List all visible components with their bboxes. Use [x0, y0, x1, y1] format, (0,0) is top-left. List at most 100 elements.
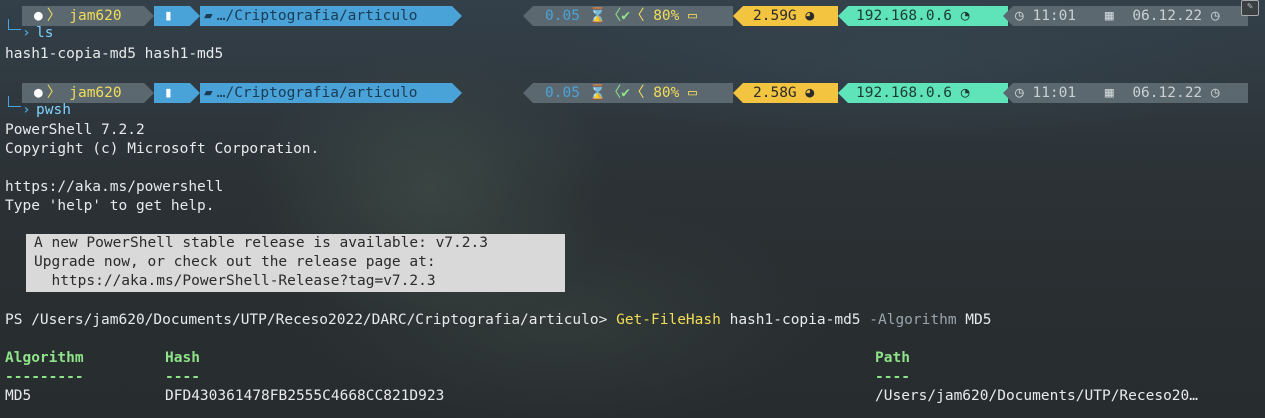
time-segment: ◷ 11:01 ▦ 06.12.22 ◷	[1013, 83, 1248, 103]
memory-segment: 2.59G ◕	[743, 6, 838, 26]
column-divider: ----	[875, 369, 910, 385]
segment-separator	[1003, 83, 1013, 103]
chevron-left-icon: 〈	[629, 8, 645, 24]
ps-prompt: PS /Users/jam620/Documents/UTP/Receso202…	[5, 312, 617, 328]
current-path: …/Criptografia/articulo	[216, 85, 418, 101]
pwsh-version: PowerShell 7.2.2	[5, 122, 145, 138]
battery-icon: ▮	[164, 85, 173, 101]
check-icon: ✔	[621, 8, 630, 24]
segment-separator	[1003, 6, 1013, 26]
prompt-arrow-icon: ›	[22, 25, 31, 41]
pwsh-copyright: Copyright (c) Microsoft Corporation.	[5, 141, 320, 157]
check-icon: ✔	[621, 85, 630, 101]
segment-separator	[144, 6, 154, 26]
username: jam620	[69, 8, 122, 24]
folder-icon: ▰	[204, 8, 213, 24]
notice-link[interactable]: https://aka.ms/PowerShell-Release?tag=v7…	[34, 272, 435, 291]
table-cell-path: /Users/jam620/Documents/UTP/Receso20…	[875, 388, 1199, 404]
prompt-bar: ● 〉 jam620 ▮ ▰ …/Criptografia/articulo 0.05…	[0, 83, 1265, 103]
cmdlet-parameter: -Algorithm	[869, 312, 957, 328]
column-header-hash: Hash	[165, 350, 200, 366]
battery-segment: ▮	[154, 6, 190, 26]
memory-usage: 2.59G	[753, 8, 797, 24]
current-path: …/Criptografia/articulo	[216, 8, 418, 24]
segment-separator	[190, 6, 200, 26]
battery-icon: ▮	[164, 8, 173, 24]
gauge-icon: ◕	[805, 8, 815, 24]
chevron-icon: 〉	[46, 8, 62, 24]
load-average: 0.05	[545, 85, 580, 101]
column-divider: ---------	[5, 369, 84, 385]
pwsh-url[interactable]: https://aka.ms/powershell	[5, 178, 223, 197]
command-text: pwsh	[36, 102, 71, 118]
current-date: 06.12.22	[1132, 8, 1203, 24]
battery-segment: ▮	[154, 83, 190, 103]
table-cell-algorithm: MD5	[5, 388, 32, 404]
current-date: 06.12.22	[1132, 85, 1203, 101]
cmdlet-argument: hash1-copia-md5	[720, 312, 870, 328]
prompt-arrow-icon: ›	[22, 102, 31, 118]
notice-line: Upgrade now, or check out the release pa…	[34, 254, 436, 270]
clock-icon: ◷	[1210, 85, 1220, 101]
terminal-window[interactable]: ● 〉 jam620 ▮ ▰ …/Criptografia/articulo 0.05…	[0, 0, 1265, 418]
chevron-left-icon: 〈	[629, 85, 645, 101]
username: jam620	[69, 85, 122, 101]
segment-separator	[452, 83, 462, 103]
chevron-left-icon: 〈	[606, 8, 622, 24]
clock-icon: ◷	[1015, 85, 1024, 101]
edit-icon[interactable]: ✎	[1241, 0, 1259, 16]
notice-line: A new PowerShell stable release is avail…	[34, 235, 488, 251]
clock-icon: ◷	[1210, 8, 1220, 24]
network-segment: 192.168.0.6 ◔	[848, 6, 1008, 26]
update-notice: A new PowerShell stable release is avail…	[26, 234, 565, 292]
chevron-left-icon: 〈	[606, 85, 622, 101]
user-segment: ● 〉 jam620	[22, 6, 144, 26]
calendar-icon: ▦	[1104, 8, 1114, 24]
command-text: ls	[36, 25, 54, 41]
cmdlet-name: Get-FileHash	[616, 312, 721, 328]
segment-separator	[452, 6, 462, 26]
segment-separator	[523, 6, 533, 26]
segment-separator	[733, 6, 743, 26]
table-cell-hash: DFD430361478FB2555C4668CC821D923	[165, 388, 445, 404]
command-line: › pwsh	[0, 101, 200, 120]
column-header-algorithm: Algorithm	[5, 350, 84, 366]
battery-level: 80%	[653, 8, 680, 24]
gauge-icon: ◕	[805, 85, 815, 101]
time-segment: ◷ 11:01 ▦ 06.12.22 ◷	[1013, 6, 1248, 26]
drive-icon: ▭	[688, 8, 697, 24]
calendar-icon: ▦	[1104, 85, 1114, 101]
load-average: 0.05	[545, 8, 580, 24]
current-time: 11:01	[1032, 8, 1077, 24]
drive-icon: ▭	[688, 85, 697, 101]
command-line: › ls	[0, 24, 200, 43]
wifi-icon: ◔	[960, 85, 970, 101]
parameter-value: MD5	[956, 312, 992, 328]
segment-separator	[523, 83, 533, 103]
user-segment: ● 〉 jam620	[22, 83, 144, 103]
column-divider: ----	[165, 369, 200, 385]
segment-separator	[190, 83, 200, 103]
hourglass-icon: ⌛	[588, 85, 607, 101]
memory-segment: 2.58G ◕	[743, 83, 838, 103]
segment-separator	[733, 83, 743, 103]
apple-icon: ●	[34, 8, 43, 24]
prompt-bar: ● 〉 jam620 ▮ ▰ …/Criptografia/articulo 0.05…	[0, 0, 1265, 26]
segment-separator	[838, 83, 848, 103]
ip-address: 192.168.0.6	[856, 8, 953, 24]
path-segment: ▰ …/Criptografia/articulo	[200, 6, 452, 26]
segment-separator	[838, 6, 848, 26]
current-time: 11:01	[1032, 85, 1077, 101]
battery-level: 80%	[653, 85, 680, 101]
status-segment: 0.05 ⌛〈✔〈 80% ▭	[533, 83, 733, 103]
hourglass-icon: ⌛	[588, 8, 607, 24]
ip-address: 192.168.0.6	[856, 85, 953, 101]
status-segment: 0.05 ⌛〈✔〈 80% ▭	[533, 6, 733, 26]
memory-usage: 2.58G	[753, 85, 797, 101]
network-segment: 192.168.0.6 ◔	[848, 83, 1008, 103]
chevron-icon: 〉	[46, 85, 62, 101]
clock-icon: ◷	[1015, 8, 1024, 24]
ps-command-line: PS /Users/jam620/Documents/UTP/Receso202…	[5, 311, 992, 330]
path-segment: ▰ …/Criptografia/articulo	[200, 83, 452, 103]
column-header-path: Path	[875, 350, 910, 366]
